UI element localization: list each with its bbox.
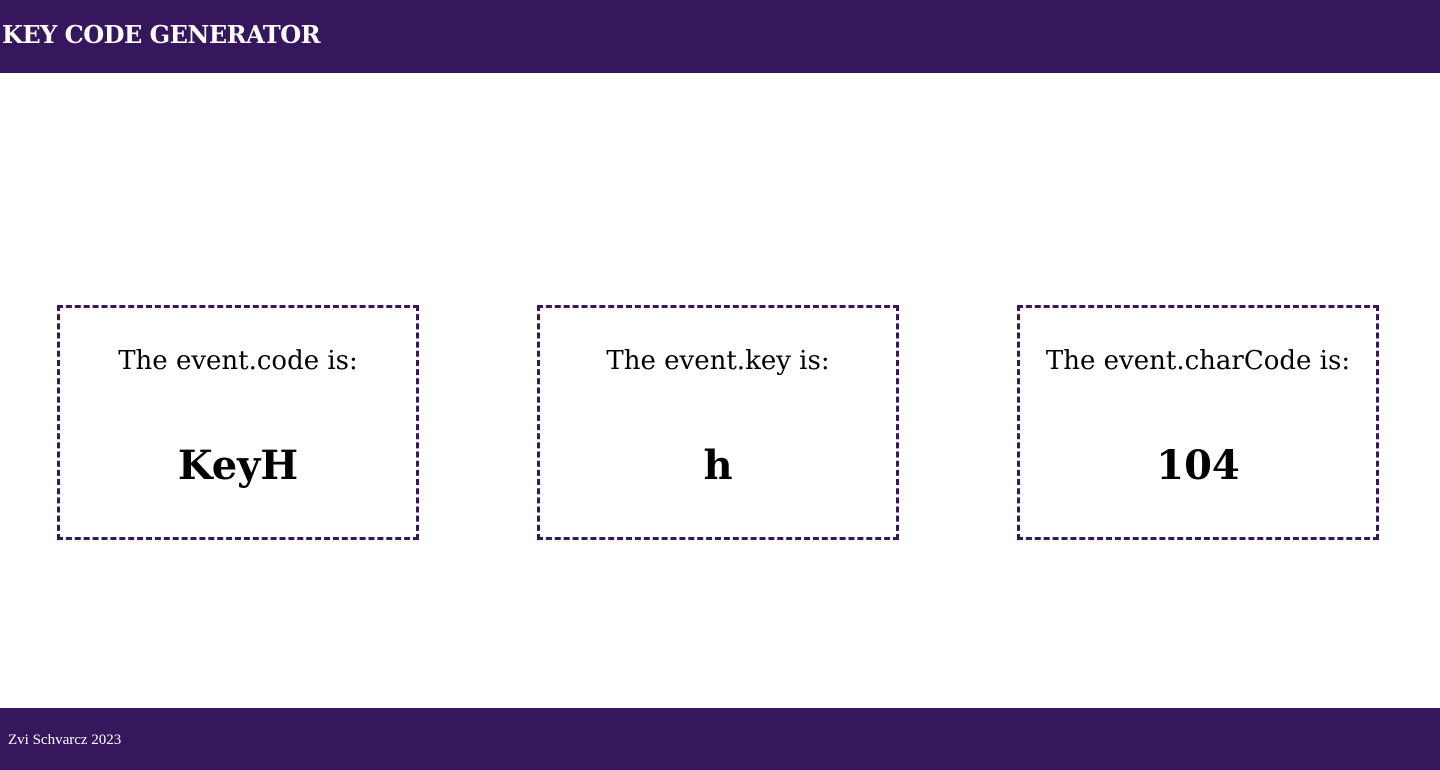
- event-charcode-card: The event.charCode is: 104: [1017, 305, 1379, 540]
- event-code-value: KeyH: [177, 442, 299, 489]
- footer-credit: Zvi Schvarcz 2023: [8, 732, 122, 748]
- event-key-label: The event.key is:: [606, 346, 830, 376]
- page-header: KEY CODE GENERATOR: [0, 0, 1440, 73]
- event-code-label: The event.code is:: [118, 346, 358, 376]
- event-charcode-label: The event.charCode is:: [1045, 346, 1351, 376]
- page-title: KEY CODE GENERATOR: [2, 20, 321, 49]
- event-code-card: The event.code is: KeyH: [57, 305, 419, 540]
- page-footer: Zvi Schvarcz 2023: [0, 708, 1440, 770]
- main-content: The event.code is: KeyH The event.key is…: [0, 73, 1440, 708]
- event-charcode-value: 104: [1156, 442, 1240, 489]
- event-key-card: The event.key is: h: [537, 305, 899, 540]
- event-key-value: h: [703, 442, 733, 489]
